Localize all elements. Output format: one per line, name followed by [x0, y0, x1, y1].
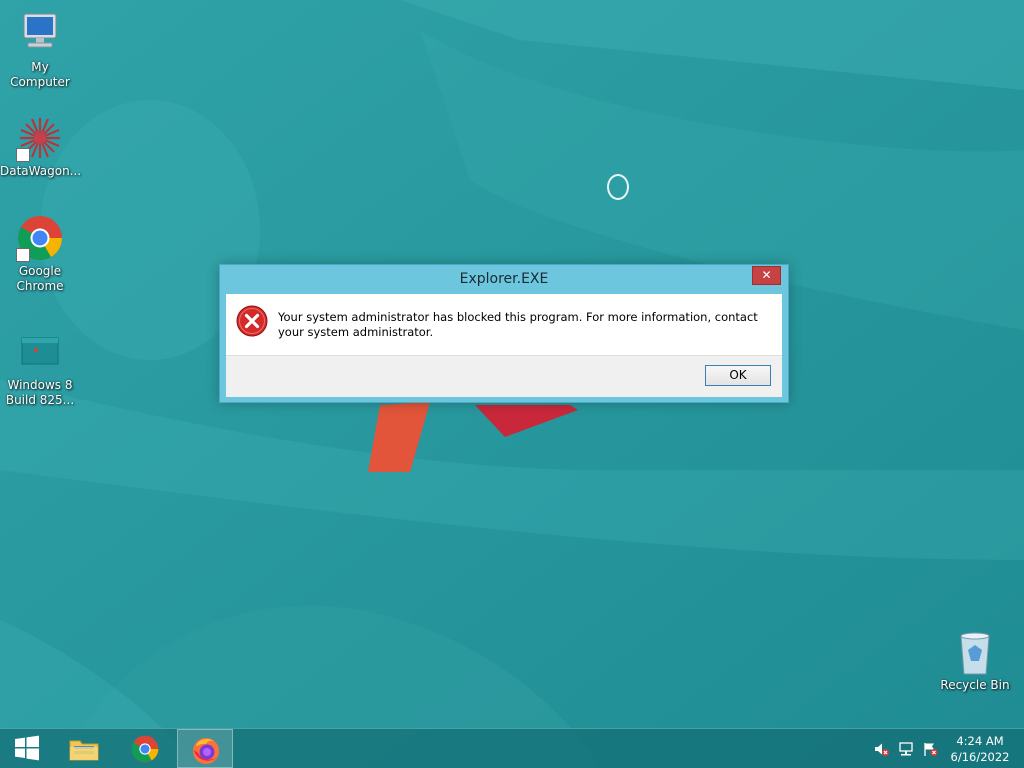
dialog-title: Explorer.EXE	[459, 271, 549, 287]
desktop-icon-label: Windows 8 Build 825...	[5, 378, 75, 407]
desktop-icon-label: DataWagon...	[0, 164, 82, 178]
dialog-message: Your system administrator has blocked th…	[278, 310, 758, 339]
document-icon	[16, 328, 64, 376]
busy-cursor-icon	[607, 174, 629, 200]
windows-start-icon	[15, 735, 39, 761]
dialog-body: Your system administrator has blocked th…	[226, 294, 782, 355]
taskbar-google-chrome[interactable]	[117, 729, 173, 768]
action-center-flag-icon[interactable]	[922, 741, 938, 757]
shortcut-arrow-icon	[16, 248, 30, 262]
computer-icon	[16, 10, 64, 58]
ok-button[interactable]: OK	[705, 365, 771, 386]
datawagon-icon	[16, 114, 64, 162]
firefox-icon	[193, 738, 219, 764]
network-icon[interactable]	[898, 741, 914, 757]
volume-muted-icon[interactable]	[873, 741, 889, 757]
start-button[interactable]	[0, 729, 56, 768]
desktop-icon-label: Google Chrome	[16, 264, 64, 293]
taskbar-clock[interactable]: 4:24 AM 6/16/2022	[944, 733, 1016, 765]
desktop-icon-my-computer[interactable]: My Computer	[0, 10, 80, 90]
chrome-icon	[131, 735, 159, 763]
taskbar-file-explorer[interactable]	[56, 729, 112, 768]
folder-icon	[69, 740, 99, 761]
desktop-icon-label: Recycle Bin	[940, 678, 1010, 692]
recycle-bin-icon	[951, 628, 999, 676]
taskbar-firefox[interactable]	[177, 729, 233, 768]
error-dialog: Explorer.EXE ✕ Your system administrator…	[219, 264, 789, 403]
dialog-footer: OK	[226, 355, 782, 397]
desktop-icon-label: My Computer	[10, 60, 70, 89]
taskbar: 4:24 AM 6/16/2022	[0, 728, 1024, 768]
dialog-close-button[interactable]: ✕	[752, 266, 781, 285]
desktop-icon-windows8-build[interactable]: Windows 8 Build 825...	[0, 328, 80, 408]
desktop: My Computer DataWagon... Google Chrome W…	[0, 0, 1024, 768]
desktop-icon-recycle-bin[interactable]: Recycle Bin	[935, 628, 1015, 693]
error-icon	[236, 305, 268, 337]
desktop-icon-datawagon[interactable]: DataWagon...	[0, 114, 82, 179]
shortcut-arrow-icon	[16, 148, 30, 162]
clock-time: 4:24 AM	[956, 734, 1004, 748]
chrome-icon	[16, 214, 64, 262]
clock-date: 6/16/2022	[950, 750, 1010, 764]
desktop-icon-google-chrome[interactable]: Google Chrome	[0, 214, 80, 294]
